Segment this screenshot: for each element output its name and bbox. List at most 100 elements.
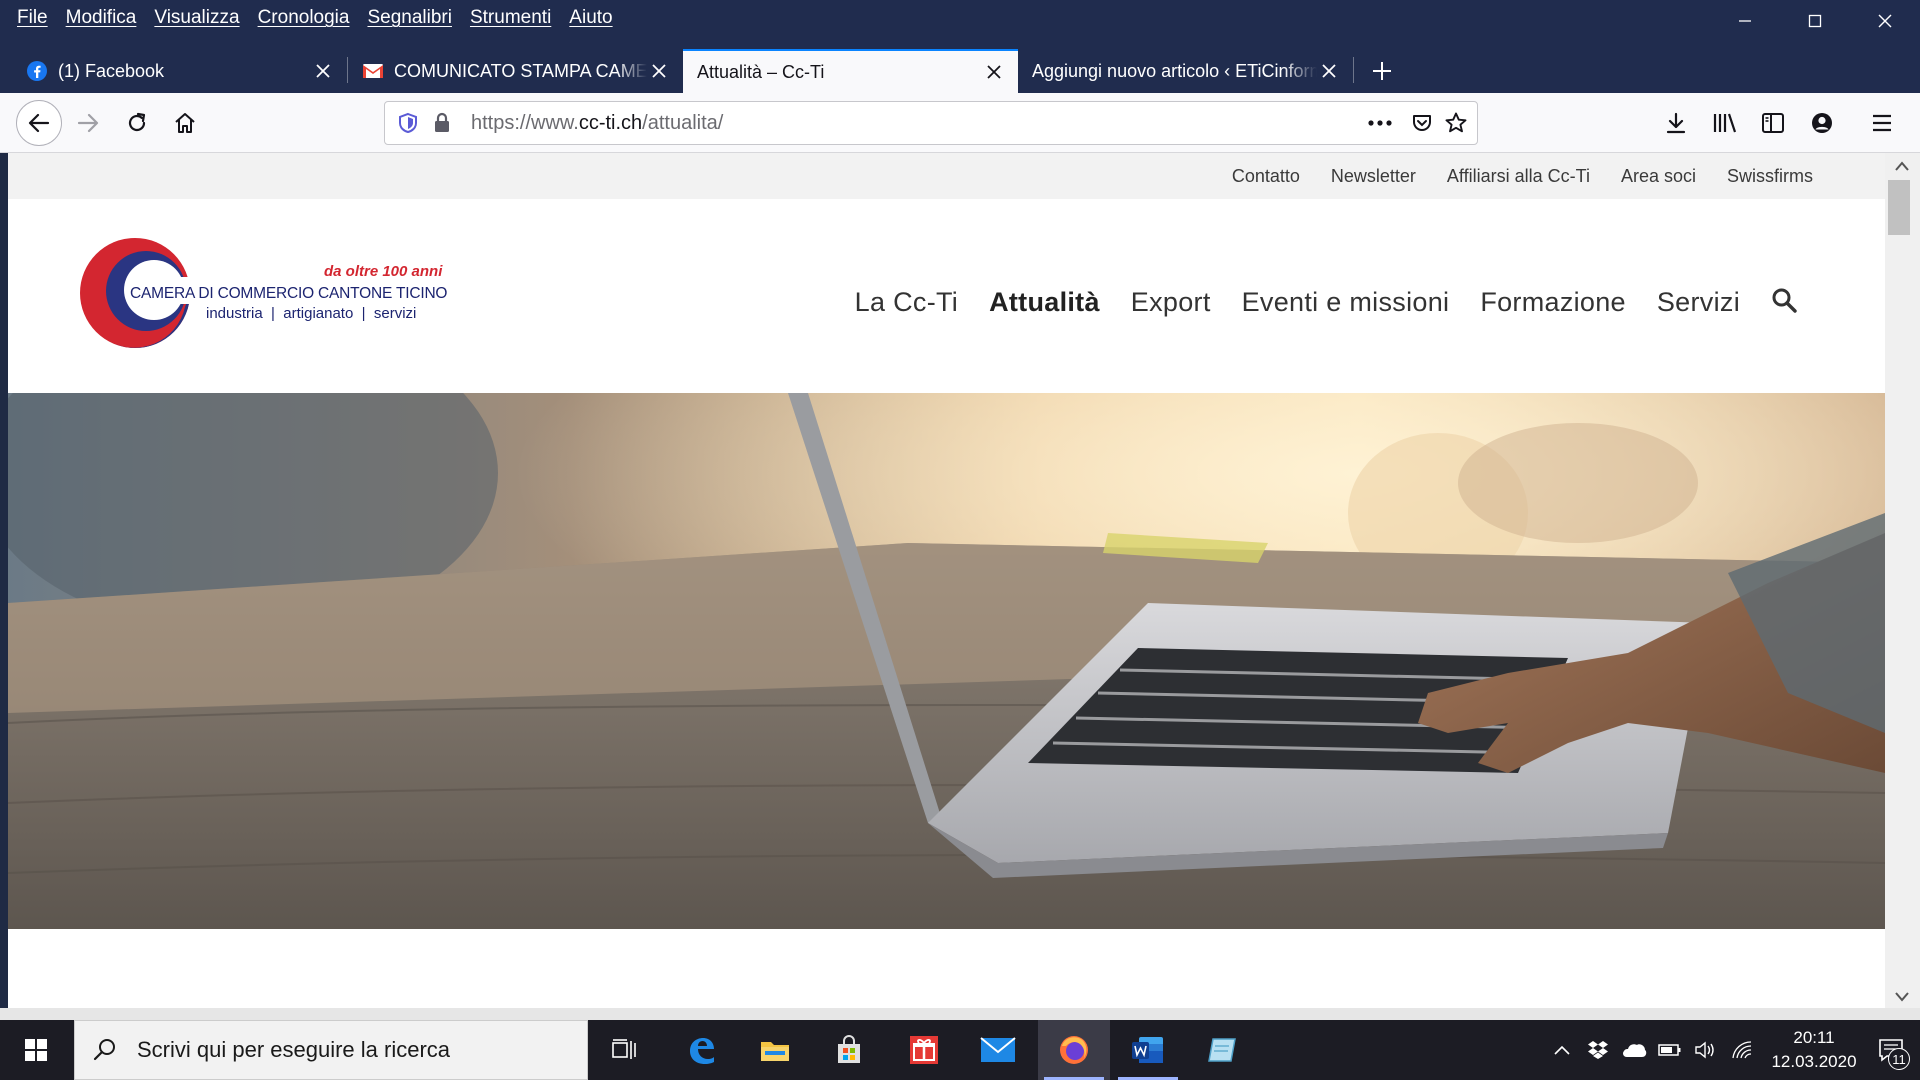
menu-file[interactable]: File (8, 4, 57, 30)
store-icon (838, 1035, 860, 1063)
downloads-button[interactable] (1654, 101, 1698, 145)
tab-close-icon[interactable] (1317, 59, 1341, 83)
url-text[interactable]: https://www.cc-ti.ch/attualita/ (471, 112, 1363, 135)
site-top-bar: Contatto Newsletter Affiliarsi alla Cc-T… (8, 153, 1885, 199)
top-link-contatto[interactable]: Contatto (1232, 166, 1300, 187)
nav-eventi-missioni[interactable]: Eventi e missioni (1242, 287, 1450, 318)
tab-comunicato[interactable]: COMUNICATO STAMPA CAMERA (348, 49, 683, 93)
pocket-icon[interactable] (1405, 106, 1439, 140)
cc-ti-logo[interactable]: da oltre 100 anni CAMERA DI COMMERCIO CA… (80, 237, 460, 357)
menu-aiuto[interactable]: Aiuto (560, 4, 621, 30)
close-icon (1878, 14, 1892, 28)
tab-close-icon[interactable] (647, 59, 671, 83)
url-bar[interactable]: https://www.cc-ti.ch/attualita/ (384, 101, 1478, 145)
mail-icon (980, 1037, 1016, 1062)
url-host: cc-ti.ch (578, 111, 643, 134)
top-link-newsletter[interactable]: Newsletter (1331, 166, 1416, 187)
scroll-down-icon[interactable] (1895, 992, 1909, 1002)
bookmark-star-icon[interactable] (1439, 106, 1473, 140)
tab-label: Aggiungi nuovo articolo ‹ ETiCinform (1032, 60, 1317, 81)
maximize-button[interactable] (1780, 0, 1850, 42)
nav-la-cc-ti[interactable]: La Cc-Ti (855, 287, 958, 318)
taskbar-gift-app[interactable] (888, 1020, 960, 1080)
account-button[interactable] (1800, 101, 1844, 145)
clock-time: 20:11 (1793, 1028, 1835, 1047)
page-viewport: Contatto Newsletter Affiliarsi alla Cc-T… (8, 153, 1885, 1008)
search-icon[interactable] (1771, 287, 1797, 318)
tab-separator (1353, 56, 1354, 83)
download-icon (1666, 112, 1686, 134)
taskbar-firefox[interactable] (1038, 1020, 1110, 1080)
page-actions-icon[interactable] (1363, 106, 1397, 140)
taskbar-clock[interactable]: 20:11 12.03.2020 (1766, 1026, 1862, 1074)
nav-attualita[interactable]: Attualità (989, 287, 1100, 318)
top-link-area-soci[interactable]: Area soci (1621, 166, 1696, 187)
taskbar-search-box[interactable]: Scrivi qui per eseguire la ricerca (74, 1020, 588, 1080)
firefox-icon (1060, 1036, 1088, 1064)
gift-icon (910, 1036, 938, 1064)
account-icon (1812, 113, 1832, 133)
notification-count: 11 (1888, 1048, 1910, 1070)
scroll-up-icon[interactable] (1895, 161, 1909, 171)
page-scrollbar[interactable] (1885, 153, 1920, 1008)
top-links: Contatto Newsletter Affiliarsi alla Cc-T… (1232, 153, 1813, 199)
menu-cronologia[interactable]: Cronologia (249, 4, 359, 30)
dropbox-icon[interactable] (1580, 1020, 1616, 1080)
menu-strumenti[interactable]: Strumenti (461, 4, 560, 30)
top-link-swissfirms[interactable]: Swissfirms (1727, 166, 1813, 187)
app-menu-button[interactable] (1860, 101, 1904, 145)
back-button[interactable] (16, 100, 62, 146)
menu-visualizza[interactable]: Visualizza (145, 4, 248, 30)
clock-date: 12.03.2020 (1771, 1052, 1857, 1071)
taskbar-word[interactable] (1112, 1020, 1184, 1080)
tab-label: Attualità – Cc-Ti (697, 61, 825, 82)
task-view-button[interactable] (588, 1020, 660, 1080)
battery-icon[interactable] (1652, 1020, 1688, 1080)
new-tab-button[interactable] (1360, 49, 1404, 93)
plus-icon (1373, 62, 1391, 80)
close-window-button[interactable] (1850, 0, 1920, 42)
taskbar-store[interactable] (813, 1020, 885, 1080)
volume-icon[interactable] (1688, 1020, 1724, 1080)
taskbar-file-explorer[interactable] (739, 1020, 811, 1080)
tab-close-icon[interactable] (982, 60, 1006, 84)
reload-icon (128, 112, 146, 132)
search-icon (93, 1039, 115, 1061)
wifi-icon[interactable] (1724, 1020, 1760, 1080)
system-tray: 20:11 12.03.2020 11 (1544, 1020, 1920, 1080)
tab-close-icon[interactable] (311, 59, 335, 83)
search-placeholder: Scrivi qui per eseguire la ricerca (137, 1037, 451, 1062)
menu-segnalibri[interactable]: Segnalibri (358, 4, 461, 30)
nav-formazione[interactable]: Formazione (1480, 287, 1626, 318)
onedrive-icon[interactable] (1616, 1020, 1652, 1080)
top-link-affiliarsi[interactable]: Affiliarsi alla Cc-Ti (1447, 166, 1590, 187)
tab-attualita[interactable]: Attualità – Cc-Ti (683, 49, 1018, 93)
taskbar-mail[interactable] (962, 1020, 1034, 1080)
folder-icon (761, 1042, 789, 1061)
nav-export[interactable]: Export (1131, 287, 1211, 318)
tab-aggiungi-articolo[interactable]: Aggiungi nuovo articolo ‹ ETiCinform (1018, 49, 1353, 93)
gmail-icon (362, 60, 384, 82)
sidebar-button[interactable] (1751, 101, 1795, 145)
tracking-shield-icon[interactable] (391, 106, 425, 140)
tab-strip: (1) Facebook COMUNICATO STAMPA CAMERA At… (12, 46, 1404, 93)
screen: File Modifica Visualizza Cronologia Segn… (0, 0, 1920, 1080)
taskbar-edge[interactable] (665, 1020, 737, 1080)
forward-button[interactable] (66, 101, 110, 145)
library-button[interactable] (1703, 101, 1747, 145)
scrollbar-thumb[interactable] (1888, 180, 1910, 235)
reload-button[interactable] (115, 101, 159, 145)
home-button[interactable] (163, 101, 207, 145)
tab-facebook[interactable]: (1) Facebook (12, 49, 347, 93)
action-center-button[interactable]: 11 (1862, 1020, 1920, 1080)
minimize-button[interactable] (1710, 0, 1780, 42)
menu-modifica[interactable]: Modifica (57, 4, 146, 30)
arrow-left-icon (28, 113, 50, 133)
start-button[interactable] (0, 1020, 72, 1080)
lock-icon[interactable] (425, 106, 459, 140)
taskbar-notepad-app[interactable] (1186, 1020, 1258, 1080)
hero-image (8, 393, 1885, 929)
nav-servizi[interactable]: Servizi (1657, 287, 1740, 318)
facebook-icon (26, 60, 48, 82)
tray-overflow-icon[interactable] (1544, 1020, 1580, 1080)
